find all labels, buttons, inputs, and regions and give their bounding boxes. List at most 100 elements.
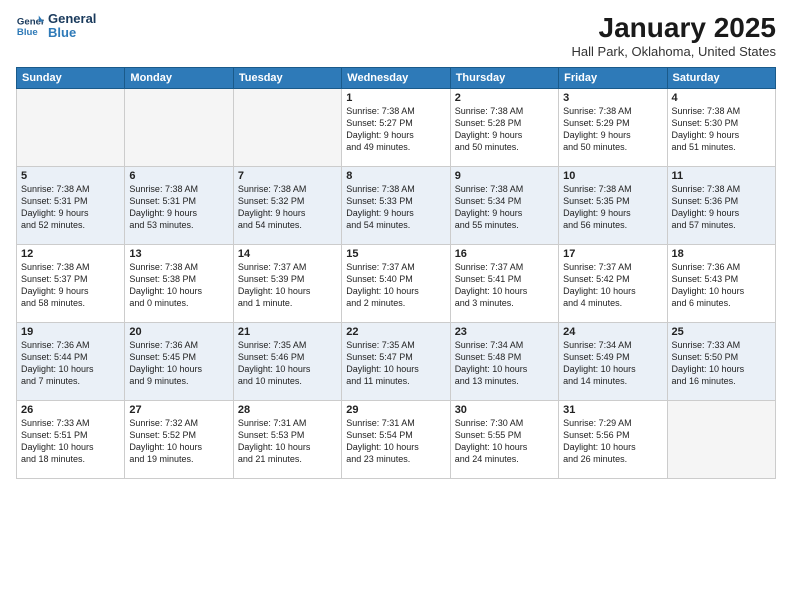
weekday-header-row: SundayMondayTuesdayWednesdayThursdayFrid… xyxy=(17,68,776,89)
day-number: 2 xyxy=(455,92,554,104)
day-number: 3 xyxy=(563,92,662,104)
calendar-cell: 19Sunrise: 7:36 AM Sunset: 5:44 PM Dayli… xyxy=(17,323,125,401)
calendar-cell: 1Sunrise: 7:38 AM Sunset: 5:27 PM Daylig… xyxy=(342,89,450,167)
calendar-cell: 30Sunrise: 7:30 AM Sunset: 5:55 PM Dayli… xyxy=(450,401,558,479)
calendar-cell: 15Sunrise: 7:37 AM Sunset: 5:40 PM Dayli… xyxy=(342,245,450,323)
day-number: 24 xyxy=(563,326,662,338)
day-info: Sunrise: 7:34 AM Sunset: 5:48 PM Dayligh… xyxy=(455,339,554,388)
day-number: 8 xyxy=(346,170,445,182)
day-number: 10 xyxy=(563,170,662,182)
day-number: 4 xyxy=(672,92,771,104)
day-number: 23 xyxy=(455,326,554,338)
calendar-cell: 4Sunrise: 7:38 AM Sunset: 5:30 PM Daylig… xyxy=(667,89,775,167)
calendar-cell xyxy=(667,401,775,479)
calendar-cell: 8Sunrise: 7:38 AM Sunset: 5:33 PM Daylig… xyxy=(342,167,450,245)
day-number: 12 xyxy=(21,248,120,260)
day-number: 27 xyxy=(129,404,228,416)
logo: General Blue General Blue xyxy=(16,12,96,41)
calendar-cell: 7Sunrise: 7:38 AM Sunset: 5:32 PM Daylig… xyxy=(233,167,341,245)
month-title: January 2025 xyxy=(572,12,776,44)
calendar-cell: 27Sunrise: 7:32 AM Sunset: 5:52 PM Dayli… xyxy=(125,401,233,479)
day-number: 22 xyxy=(346,326,445,338)
calendar-page: General Blue General Blue January 2025 H… xyxy=(0,0,792,612)
day-number: 7 xyxy=(238,170,337,182)
day-info: Sunrise: 7:38 AM Sunset: 5:36 PM Dayligh… xyxy=(672,183,771,232)
calendar-cell: 25Sunrise: 7:33 AM Sunset: 5:50 PM Dayli… xyxy=(667,323,775,401)
day-info: Sunrise: 7:37 AM Sunset: 5:40 PM Dayligh… xyxy=(346,261,445,310)
day-info: Sunrise: 7:35 AM Sunset: 5:46 PM Dayligh… xyxy=(238,339,337,388)
day-number: 26 xyxy=(21,404,120,416)
day-info: Sunrise: 7:38 AM Sunset: 5:33 PM Dayligh… xyxy=(346,183,445,232)
day-number: 17 xyxy=(563,248,662,260)
day-info: Sunrise: 7:32 AM Sunset: 5:52 PM Dayligh… xyxy=(129,417,228,466)
day-info: Sunrise: 7:38 AM Sunset: 5:38 PM Dayligh… xyxy=(129,261,228,310)
weekday-header-sunday: Sunday xyxy=(17,68,125,89)
day-info: Sunrise: 7:38 AM Sunset: 5:28 PM Dayligh… xyxy=(455,105,554,154)
day-number: 21 xyxy=(238,326,337,338)
calendar-cell: 3Sunrise: 7:38 AM Sunset: 5:29 PM Daylig… xyxy=(559,89,667,167)
calendar-cell xyxy=(233,89,341,167)
day-info: Sunrise: 7:38 AM Sunset: 5:35 PM Dayligh… xyxy=(563,183,662,232)
day-number: 31 xyxy=(563,404,662,416)
calendar-cell: 22Sunrise: 7:35 AM Sunset: 5:47 PM Dayli… xyxy=(342,323,450,401)
calendar-cell xyxy=(125,89,233,167)
calendar-cell: 6Sunrise: 7:38 AM Sunset: 5:31 PM Daylig… xyxy=(125,167,233,245)
calendar-cell: 20Sunrise: 7:36 AM Sunset: 5:45 PM Dayli… xyxy=(125,323,233,401)
day-info: Sunrise: 7:33 AM Sunset: 5:50 PM Dayligh… xyxy=(672,339,771,388)
calendar-week-row: 5Sunrise: 7:38 AM Sunset: 5:31 PM Daylig… xyxy=(17,167,776,245)
day-info: Sunrise: 7:38 AM Sunset: 5:34 PM Dayligh… xyxy=(455,183,554,232)
calendar-cell xyxy=(17,89,125,167)
svg-text:Blue: Blue xyxy=(17,27,38,38)
day-number: 20 xyxy=(129,326,228,338)
day-info: Sunrise: 7:36 AM Sunset: 5:44 PM Dayligh… xyxy=(21,339,120,388)
calendar-cell: 11Sunrise: 7:38 AM Sunset: 5:36 PM Dayli… xyxy=(667,167,775,245)
weekday-header-saturday: Saturday xyxy=(667,68,775,89)
weekday-header-thursday: Thursday xyxy=(450,68,558,89)
calendar-cell: 5Sunrise: 7:38 AM Sunset: 5:31 PM Daylig… xyxy=(17,167,125,245)
day-number: 15 xyxy=(346,248,445,260)
day-info: Sunrise: 7:38 AM Sunset: 5:30 PM Dayligh… xyxy=(672,105,771,154)
day-info: Sunrise: 7:36 AM Sunset: 5:43 PM Dayligh… xyxy=(672,261,771,310)
day-number: 25 xyxy=(672,326,771,338)
day-number: 13 xyxy=(129,248,228,260)
day-number: 9 xyxy=(455,170,554,182)
day-info: Sunrise: 7:34 AM Sunset: 5:49 PM Dayligh… xyxy=(563,339,662,388)
calendar-cell: 24Sunrise: 7:34 AM Sunset: 5:49 PM Dayli… xyxy=(559,323,667,401)
day-info: Sunrise: 7:37 AM Sunset: 5:41 PM Dayligh… xyxy=(455,261,554,310)
weekday-header-monday: Monday xyxy=(125,68,233,89)
day-info: Sunrise: 7:38 AM Sunset: 5:37 PM Dayligh… xyxy=(21,261,120,310)
day-info: Sunrise: 7:31 AM Sunset: 5:53 PM Dayligh… xyxy=(238,417,337,466)
calendar-cell: 26Sunrise: 7:33 AM Sunset: 5:51 PM Dayli… xyxy=(17,401,125,479)
day-info: Sunrise: 7:37 AM Sunset: 5:39 PM Dayligh… xyxy=(238,261,337,310)
calendar-week-row: 1Sunrise: 7:38 AM Sunset: 5:27 PM Daylig… xyxy=(17,89,776,167)
calendar-cell: 12Sunrise: 7:38 AM Sunset: 5:37 PM Dayli… xyxy=(17,245,125,323)
day-number: 30 xyxy=(455,404,554,416)
day-number: 14 xyxy=(238,248,337,260)
calendar-cell: 31Sunrise: 7:29 AM Sunset: 5:56 PM Dayli… xyxy=(559,401,667,479)
calendar-cell: 28Sunrise: 7:31 AM Sunset: 5:53 PM Dayli… xyxy=(233,401,341,479)
calendar-cell: 2Sunrise: 7:38 AM Sunset: 5:28 PM Daylig… xyxy=(450,89,558,167)
logo-blue: Blue xyxy=(48,26,96,40)
logo-general: General xyxy=(48,12,96,26)
calendar-cell: 17Sunrise: 7:37 AM Sunset: 5:42 PM Dayli… xyxy=(559,245,667,323)
day-info: Sunrise: 7:38 AM Sunset: 5:31 PM Dayligh… xyxy=(21,183,120,232)
calendar-cell: 18Sunrise: 7:36 AM Sunset: 5:43 PM Dayli… xyxy=(667,245,775,323)
location: Hall Park, Oklahoma, United States xyxy=(572,44,776,59)
day-number: 6 xyxy=(129,170,228,182)
day-info: Sunrise: 7:33 AM Sunset: 5:51 PM Dayligh… xyxy=(21,417,120,466)
calendar-cell: 10Sunrise: 7:38 AM Sunset: 5:35 PM Dayli… xyxy=(559,167,667,245)
weekday-header-friday: Friday xyxy=(559,68,667,89)
day-info: Sunrise: 7:37 AM Sunset: 5:42 PM Dayligh… xyxy=(563,261,662,310)
day-info: Sunrise: 7:38 AM Sunset: 5:31 PM Dayligh… xyxy=(129,183,228,232)
calendar-cell: 9Sunrise: 7:38 AM Sunset: 5:34 PM Daylig… xyxy=(450,167,558,245)
weekday-header-wednesday: Wednesday xyxy=(342,68,450,89)
calendar-cell: 21Sunrise: 7:35 AM Sunset: 5:46 PM Dayli… xyxy=(233,323,341,401)
calendar-week-row: 26Sunrise: 7:33 AM Sunset: 5:51 PM Dayli… xyxy=(17,401,776,479)
calendar-cell: 14Sunrise: 7:37 AM Sunset: 5:39 PM Dayli… xyxy=(233,245,341,323)
day-info: Sunrise: 7:38 AM Sunset: 5:27 PM Dayligh… xyxy=(346,105,445,154)
logo-icon: General Blue xyxy=(16,12,44,40)
day-info: Sunrise: 7:30 AM Sunset: 5:55 PM Dayligh… xyxy=(455,417,554,466)
day-info: Sunrise: 7:36 AM Sunset: 5:45 PM Dayligh… xyxy=(129,339,228,388)
day-info: Sunrise: 7:35 AM Sunset: 5:47 PM Dayligh… xyxy=(346,339,445,388)
calendar-cell: 13Sunrise: 7:38 AM Sunset: 5:38 PM Dayli… xyxy=(125,245,233,323)
